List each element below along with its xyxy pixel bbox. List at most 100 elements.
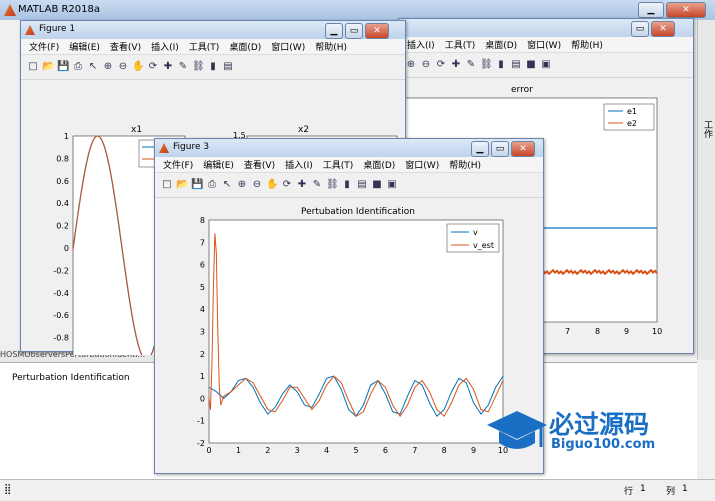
perturbation-xtick-label: 7 [412,446,417,455]
zoom-in-icon[interactable]: ⊕ [102,61,114,73]
watermark-subtext: Biguo100.com [551,437,656,452]
x2-title: x2 [298,125,309,135]
fig1-menu-file[interactable]: 文件(F) [29,40,59,53]
datacursor-icon[interactable]: ✚ [450,59,462,71]
new-figure-icon[interactable]: □ [161,179,173,191]
fig1-restore-button[interactable]: ▭ [345,23,363,39]
perturbation-xtick-label: 9 [471,446,476,455]
open-file-icon[interactable]: 📂 [42,61,54,73]
figure3-title: Figure 3 [173,142,210,152]
fig3-menubar: 文件(F) 编辑(E) 查看(V) 插入(I) 工具(T) 桌面(D) 窗口(W… [155,157,543,173]
zoom-out-icon[interactable]: ⊖ [251,179,263,191]
link-icon[interactable]: ⛓ [192,61,205,73]
colorbar-icon[interactable]: ▮ [207,61,219,73]
perturbation-ytick-label: 2 [200,350,205,359]
fig1-menu-help[interactable]: 帮助(H) [315,40,347,53]
link-icon[interactable]: ⛓ [326,179,339,191]
colorbar-icon[interactable]: ▮ [341,179,353,191]
print-icon[interactable]: ⎙ [72,61,84,73]
fig1-menu-view[interactable]: 查看(V) [110,40,141,53]
x1-ytick-label: 1 [64,132,69,141]
perturbation-ytick-label: 0 [200,394,205,403]
legend-icon[interactable]: ▤ [510,59,522,71]
perturbation-xtick-label: 8 [442,446,447,455]
watermark-logo: 必过源码 Biguo100.com [485,403,695,457]
fig3-menu-view[interactable]: 查看(V) [244,158,275,171]
fig3-menu-window[interactable]: 窗口(W) [405,158,439,171]
perturbation-xtick-label: 5 [353,446,358,455]
hide-tools-icon[interactable]: ■ [371,179,383,191]
fig3-menu-edit[interactable]: 编辑(E) [203,158,234,171]
fig1-menu-insert[interactable]: 插入(I) [151,40,179,53]
x1-ytick-label: -0.4 [53,289,69,298]
fig3-menu-insert[interactable]: 插入(I) [285,158,313,171]
perturbation-ytick-label: 7 [200,238,205,247]
rotate-icon[interactable]: ⟳ [147,61,159,73]
fig2-menu-tools[interactable]: 工具(T) [445,38,476,51]
zoom-out-icon[interactable]: ⊖ [117,61,129,73]
new-figure-icon[interactable]: □ [27,61,39,73]
minimize-button[interactable]: ▁ [638,2,664,18]
fig1-minimize-button[interactable]: ▁ [325,23,343,39]
figure3-title-bar: Figure 3 ▁ ▭ ✕ [155,139,543,157]
legend-v-est: v_est [473,241,494,250]
rotate-icon[interactable]: ⟳ [281,179,293,191]
row-value: 1 [640,484,646,494]
hide-tools-icon[interactable]: ■ [525,59,537,71]
save-icon[interactable]: 💾 [191,179,203,191]
pointer-icon[interactable]: ↖ [87,61,99,73]
save-icon[interactable]: 💾 [57,61,69,73]
workspace-side-tab[interactable]: 工作 [697,20,715,360]
fig2-menu-help[interactable]: 帮助(H) [571,38,603,51]
x1-ytick-label: 0 [64,244,69,253]
fig3-close-button[interactable]: ✕ [511,141,535,157]
workspace-tab-label: 工作 [702,120,712,138]
colorbar-icon[interactable]: ▮ [495,59,507,71]
show-tools-icon[interactable]: ▣ [540,59,552,71]
fig3-restore-button[interactable]: ▭ [491,141,509,157]
perturbation-xtick-label: 4 [324,446,329,455]
zoom-out-icon[interactable]: ⊖ [420,59,432,71]
perturbation-xtick-label: 1 [236,446,241,455]
datacursor-icon[interactable]: ✚ [162,61,174,73]
fig1-menu-window[interactable]: 窗口(W) [271,40,305,53]
fig2-menu-window[interactable]: 窗口(W) [527,38,561,51]
fig2-restore-button[interactable]: ▭ [631,21,649,37]
fig3-menu-file[interactable]: 文件(F) [163,158,193,171]
col-label: 列 [666,487,676,497]
fig2-close-button[interactable]: ✕ [651,21,675,37]
legend-icon[interactable]: ▤ [356,179,368,191]
perturbation-axes-box [208,219,504,444]
figure-error-title-bar: ▭ ✕ [399,19,693,37]
print-icon[interactable]: ⎙ [206,179,218,191]
brush-icon[interactable]: ✎ [311,179,323,191]
fig1-menu-edit[interactable]: 编辑(E) [69,40,100,53]
fig2-menu-insert[interactable]: 插入(I) [407,38,435,51]
fig2-menu-desktop[interactable]: 桌面(D) [485,38,517,51]
brush-icon[interactable]: ✎ [177,61,189,73]
open-file-icon[interactable]: 📂 [176,179,188,191]
link-icon[interactable]: ⛓ [480,59,493,71]
zoom-in-icon[interactable]: ⊕ [405,59,417,71]
brush-icon[interactable]: ✎ [465,59,477,71]
legend-e1: e1 [627,107,637,116]
rotate-icon[interactable]: ⟳ [435,59,447,71]
pointer-icon[interactable]: ↖ [221,179,233,191]
zoom-in-icon[interactable]: ⊕ [236,179,248,191]
close-button[interactable]: ✕ [666,2,706,18]
fig3-minimize-button[interactable]: ▁ [471,141,489,157]
fig1-close-button[interactable]: ✕ [365,23,389,39]
legend-icon[interactable]: ▤ [222,61,234,73]
figure-icon [159,143,169,153]
fig3-menu-tools[interactable]: 工具(T) [323,158,354,171]
pan-icon[interactable]: ✋ [132,61,144,73]
fig1-menu-desktop[interactable]: 桌面(D) [229,40,261,53]
fig1-toolbar: □ 📂 💾 ⎙ ↖ ⊕ ⊖ ✋ ⟳ ✚ ✎ ⛓ ▮ ▤ [21,55,405,80]
datacursor-icon[interactable]: ✚ [296,179,308,191]
fig1-menu-tools[interactable]: 工具(T) [189,40,220,53]
fig3-menu-desktop[interactable]: 桌面(D) [363,158,395,171]
fig3-menu-help[interactable]: 帮助(H) [449,158,481,171]
pan-icon[interactable]: ✋ [266,179,278,191]
perturbation-ytick-label: 8 [200,216,205,225]
show-tools-icon[interactable]: ▣ [386,179,398,191]
